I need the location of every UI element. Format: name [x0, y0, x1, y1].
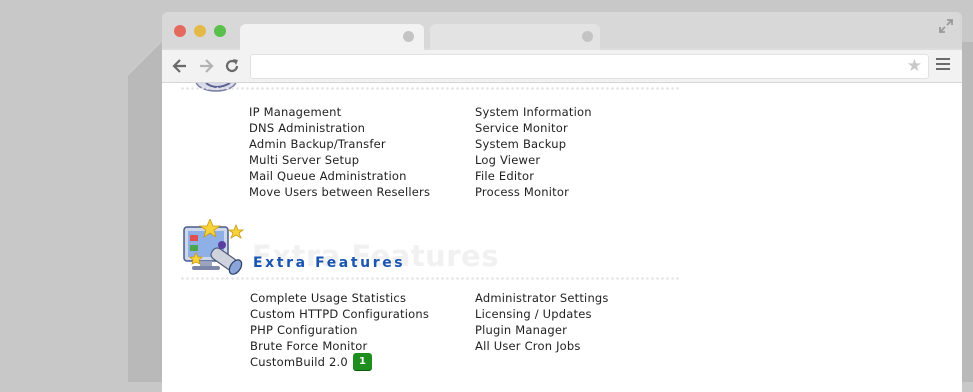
- link-service-monitor[interactable]: Service Monitor: [475, 121, 568, 135]
- extra-features-title: Extra Features: [253, 255, 406, 271]
- browser-window: ★ IP Management DNS Administration Admin…: [162, 12, 962, 392]
- link-system-backup[interactable]: System Backup: [475, 137, 566, 151]
- browser-menu-icon[interactable]: [936, 58, 950, 72]
- link-plugin-manager[interactable]: Plugin Manager: [475, 323, 567, 337]
- browser-titlebar: [162, 12, 962, 50]
- divider-dots: [180, 275, 680, 282]
- link-dns-administration[interactable]: DNS Administration: [249, 121, 365, 135]
- browser-tab-inactive[interactable]: [430, 24, 600, 50]
- reload-icon[interactable]: [222, 56, 242, 76]
- link-multi-server-setup[interactable]: Multi Server Setup: [249, 153, 359, 167]
- link-licensing-updates[interactable]: Licensing / Updates: [475, 307, 592, 321]
- close-window-button[interactable]: [174, 25, 186, 37]
- link-custom-httpd-configurations[interactable]: Custom HTTPD Configurations: [250, 307, 429, 321]
- address-bar[interactable]: ★: [250, 54, 929, 79]
- link-mail-queue-administration[interactable]: Mail Queue Administration: [249, 169, 407, 183]
- link-process-monitor[interactable]: Process Monitor: [475, 185, 569, 199]
- forward-arrow-icon[interactable]: [196, 56, 216, 76]
- link-complete-usage-statistics[interactable]: Complete Usage Statistics: [250, 291, 406, 305]
- minimize-window-button[interactable]: [194, 25, 206, 37]
- browser-tab-active[interactable]: [240, 24, 424, 50]
- tab-close-icon[interactable]: [403, 31, 414, 42]
- page-content: IP Management DNS Administration Admin B…: [162, 83, 962, 392]
- link-move-users-between-resellers[interactable]: Move Users between Resellers: [249, 185, 430, 199]
- back-arrow-icon[interactable]: [170, 56, 190, 76]
- link-all-user-cron-jobs[interactable]: All User Cron Jobs: [475, 339, 581, 353]
- link-custombuild[interactable]: CustomBuild 2.0: [250, 355, 348, 369]
- maximize-window-button[interactable]: [214, 25, 226, 37]
- link-php-configuration[interactable]: PHP Configuration: [250, 323, 358, 337]
- link-system-information[interactable]: System Information: [475, 105, 592, 119]
- link-file-editor[interactable]: File Editor: [475, 169, 534, 183]
- link-admin-backup-transfer[interactable]: Admin Backup/Transfer: [249, 137, 386, 151]
- link-ip-management[interactable]: IP Management: [249, 105, 341, 119]
- divider-dots: [180, 85, 680, 92]
- browser-toolbar: ★: [162, 50, 962, 83]
- custombuild-update-badge: 1: [353, 353, 372, 370]
- tab-close-icon[interactable]: [582, 31, 593, 42]
- link-administrator-settings[interactable]: Administrator Settings: [475, 291, 609, 305]
- backdrop-shadow: [128, 42, 162, 76]
- link-log-viewer[interactable]: Log Viewer: [475, 153, 540, 167]
- link-brute-force-monitor[interactable]: Brute Force Monitor: [250, 339, 367, 353]
- fullscreen-icon[interactable]: [938, 18, 954, 34]
- bookmark-star-icon[interactable]: ★: [907, 57, 922, 76]
